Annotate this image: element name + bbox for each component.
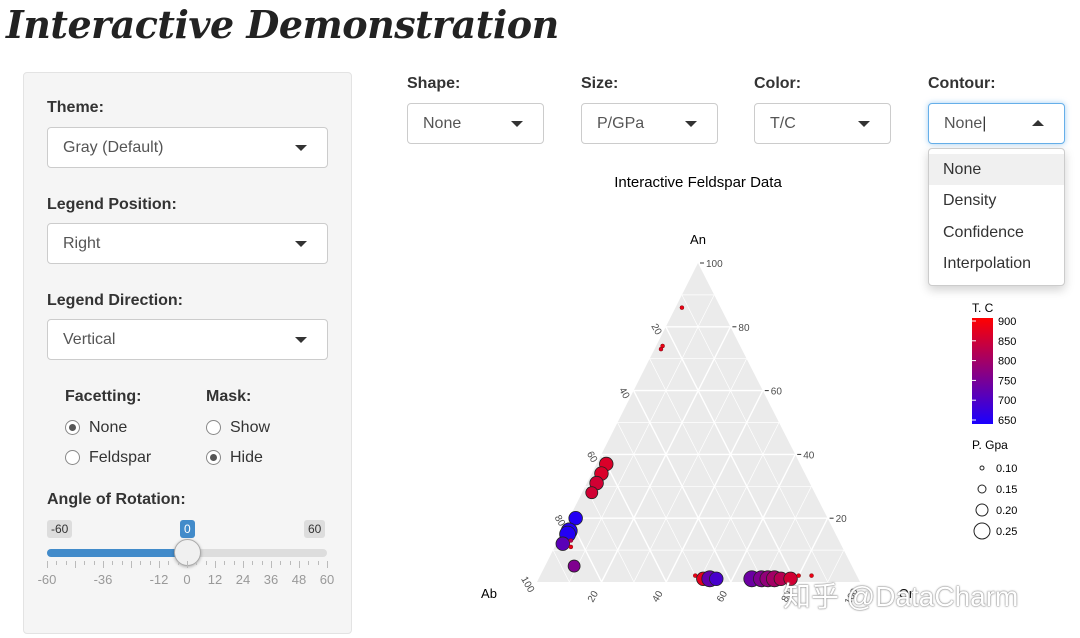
or-tick-label: 40 <box>650 589 665 605</box>
size-legend-label: 0.25 <box>996 526 1017 538</box>
axis-label-top: An <box>690 232 706 247</box>
color-legend-bar <box>972 318 993 424</box>
data-point <box>679 305 685 310</box>
size-legend-label: 0.20 <box>996 505 1017 517</box>
color-legend-label: 650 <box>998 415 1016 427</box>
an-tick-label: 60 <box>771 387 783 398</box>
an-tick-label: 20 <box>836 514 848 525</box>
or-tick-label: 20 <box>586 589 601 605</box>
data-point <box>709 571 724 587</box>
chart-title: Interactive Feldspar Data <box>614 174 782 191</box>
an-tick-label: 40 <box>803 450 815 461</box>
an-tick-label: 80 <box>738 323 750 334</box>
color-legend-label: 750 <box>998 375 1016 387</box>
size-legend-label: 0.10 <box>996 463 1017 475</box>
color-legend-label: 800 <box>998 356 1016 368</box>
size-legend-label: 0.15 <box>996 484 1017 496</box>
color-legend-label: 900 <box>998 316 1016 328</box>
color-legend-label: 850 <box>998 336 1016 348</box>
data-point <box>585 486 599 500</box>
data-point <box>568 544 574 550</box>
data-point <box>568 538 574 543</box>
ab-tick-label: 100 <box>518 575 536 595</box>
ternary-chart: Interactive Feldspar Data 20 20 20 40 40 40 60… <box>481 174 1017 607</box>
contour-option-density[interactable]: Density <box>929 185 1064 216</box>
size-legend-title: P. Gpa <box>972 438 1008 452</box>
or-tick-label: 60 <box>715 589 730 605</box>
color-legend-title: T. C <box>972 301 994 315</box>
ab-tick-label: 40 <box>616 386 631 402</box>
ab-tick-label: 60 <box>584 450 599 466</box>
contour-option-interpolation[interactable]: Interpolation <box>929 248 1064 279</box>
contour-dropdown-menu: None Density Confidence Interpolation <box>928 148 1065 286</box>
size-legend-symbol <box>979 465 985 471</box>
data-point <box>658 346 664 352</box>
contour-option-confidence[interactable]: Confidence <box>929 217 1064 248</box>
data-point <box>567 559 581 573</box>
size-legend-symbol <box>977 484 987 494</box>
ab-tick-label: 20 <box>648 322 663 338</box>
contour-option-none[interactable]: None <box>929 154 1064 185</box>
data-point <box>555 536 570 551</box>
size-legend-symbol <box>973 522 991 540</box>
color-legend-label: 700 <box>998 395 1016 407</box>
an-tick-label: 100 <box>706 259 723 270</box>
axis-label-left: Ab <box>481 586 497 601</box>
size-legend-symbol <box>975 503 989 517</box>
watermark: 知乎 @DataCharm <box>783 581 1019 612</box>
